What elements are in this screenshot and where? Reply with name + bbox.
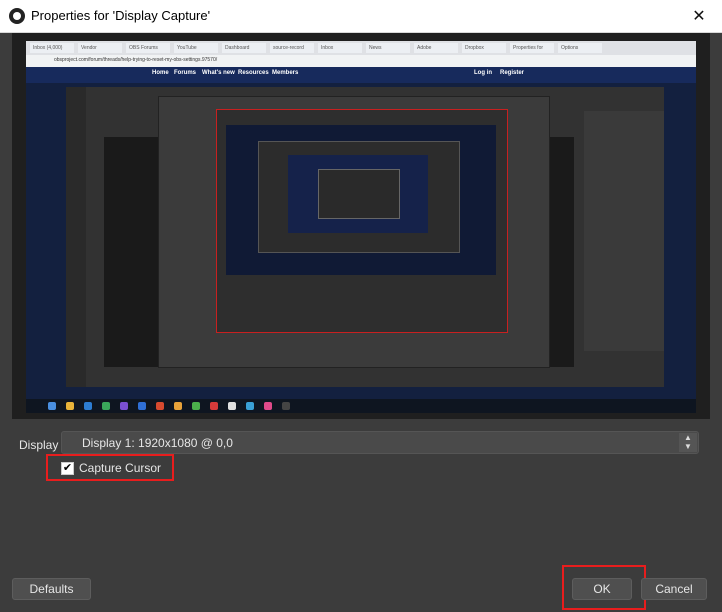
taskbar-app-icon <box>246 402 254 410</box>
preview-tab: OBS Forums <box>126 43 170 53</box>
display-dropdown-value: Display 1: 1920x1080 @ 0,0 <box>82 436 233 450</box>
preview-frame: Inbox (4,000) Vendor OBS Forums YouTube … <box>12 33 710 419</box>
ok-button[interactable]: OK <box>572 578 632 600</box>
preview-side-panel <box>584 111 664 351</box>
capture-cursor-label: Capture Cursor <box>79 461 162 475</box>
preview-tools-panel <box>66 87 86 387</box>
taskbar-app-icon <box>192 402 200 410</box>
taskbar-app-icon <box>264 402 272 410</box>
cancel-button[interactable]: Cancel <box>641 578 707 600</box>
capture-cursor-checkbox[interactable]: ✔ <box>61 461 74 475</box>
preview-tab: News <box>366 43 410 53</box>
taskbar-app-icon <box>210 402 218 410</box>
properties-dialog: Inbox (4,000) Vendor OBS Forums YouTube … <box>0 33 722 612</box>
obs-logo-icon <box>9 8 25 24</box>
preview-tab: Dropbox <box>462 43 506 53</box>
preview-nav-item: Log in <box>474 70 492 76</box>
preview-nav-item: Forums <box>174 70 197 76</box>
preview-nav-item: Resources <box>238 70 269 76</box>
preview-tab: Vendor <box>78 43 122 53</box>
taskbar-app-icon <box>138 402 146 410</box>
preview-tab: Properties for <box>510 43 554 53</box>
preview-nested-capture-4 <box>318 169 400 219</box>
display-dropdown[interactable]: Display 1: 1920x1080 @ 0,0 ▲ ▼ <box>61 431 699 454</box>
taskbar-app-icon <box>84 402 92 410</box>
close-button[interactable]: ✕ <box>676 0 722 32</box>
taskbar-app-icon <box>66 402 74 410</box>
preview-tab: Inbox (4,000) <box>30 43 74 53</box>
taskbar-app-icon <box>102 402 110 410</box>
preview-nav-item: What's new <box>202 70 235 76</box>
taskbar-app-icon <box>282 402 290 410</box>
capture-cursor-option[interactable]: ✔ Capture Cursor <box>61 461 161 475</box>
preview-nav-item: Register <box>500 70 525 76</box>
title-bar: Properties for 'Display Capture' ✕ <box>0 0 722 33</box>
preview-site-nav <box>26 67 696 83</box>
taskbar-app-icon <box>48 402 56 410</box>
preview-tab: Inbox <box>318 43 362 53</box>
defaults-button[interactable]: Defaults <box>12 578 91 600</box>
taskbar-app-icon <box>228 402 236 410</box>
taskbar-app-icon <box>120 402 128 410</box>
preview-tab: Dashboard <box>222 43 266 53</box>
preview-tab: Adobe <box>414 43 458 53</box>
preview-nav-item: Home <box>152 70 169 76</box>
display-label: Display <box>19 438 59 452</box>
preview-url: obsproject.com/forum/threads/help-trying… <box>54 57 218 63</box>
display-capture-preview: Inbox (4,000) Vendor OBS Forums YouTube … <box>26 41 696 413</box>
preview-tab: Options <box>558 43 602 53</box>
taskbar-app-icon <box>174 402 182 410</box>
window-title: Properties for 'Display Capture' <box>31 8 211 23</box>
preview-tab: source-record <box>270 43 314 53</box>
taskbar-app-icon <box>156 402 164 410</box>
checkmark-icon: ✔ <box>62 461 73 474</box>
preview-nav-item: Members <box>272 70 299 76</box>
preview-tab: YouTube <box>174 43 218 53</box>
up-down-chevron-icon: ▲ ▼ <box>679 433 697 452</box>
